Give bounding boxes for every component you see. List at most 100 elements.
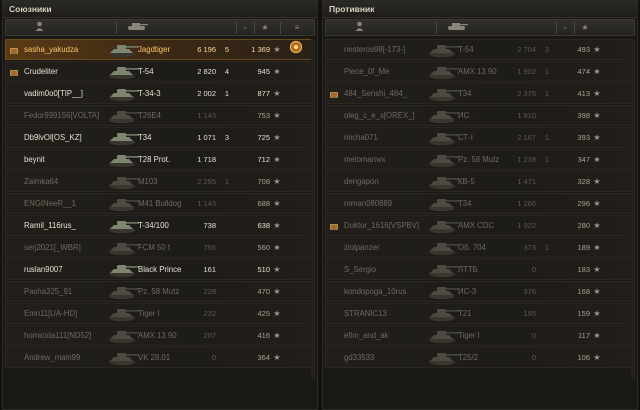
rating-value: 945 (257, 67, 270, 76)
tank-image-icon (426, 238, 460, 257)
kills-value (538, 326, 556, 345)
damage-value: 2 295 (197, 177, 216, 186)
tank-image-icon (426, 84, 460, 103)
clan-badge-icon (10, 67, 18, 76)
tank-image-icon (426, 106, 460, 125)
enemies-player-row-8[interactable]: roman080889 T34 1 266 296 ★ (325, 193, 635, 214)
allies-player-row-4[interactable]: Fedor999156[VOLTA] T26E4 1 143 753 ★ (5, 105, 315, 126)
allies-player-row-9[interactable]: Ramil_116rus_ T-34/100 738 638 ★ (5, 215, 315, 236)
damage-value: 1 143 (197, 199, 216, 208)
enemies-player-row-9[interactable]: Doktor_1616[VSPBV] AMX CDC 1 922 280 ★ (325, 215, 635, 236)
tank-image-icon (106, 106, 140, 125)
star-icon[interactable]: ★ (578, 21, 592, 35)
player-icon[interactable] (352, 21, 366, 35)
rating-star-icon: ★ (593, 221, 601, 230)
enemies-player-row-6[interactable]: melomanwx Pz. 58 Mutz 1 238 1 347 ★ (325, 149, 635, 170)
kills-value (538, 216, 556, 235)
enemies-player-row-11[interactable]: S_Sergio ЛТТБ 0 183 ★ (325, 259, 635, 280)
tank-image-icon (106, 282, 140, 301)
rating-star-icon: ★ (593, 133, 601, 142)
allies-player-row-3[interactable]: vadim0o0[TIP__] T-34-3 2 002 1 877 ★ (5, 83, 315, 104)
tank-icon[interactable] (124, 21, 150, 35)
allies-player-row-10[interactable]: serj2021[_WBR] FCM 50 t 756 560 ★ (5, 237, 315, 258)
tank-name: Black Prince (138, 265, 182, 274)
tank-image-icon (426, 150, 460, 169)
tank-image-icon (426, 194, 460, 213)
rating-value: 159 (577, 309, 590, 318)
kills-value (538, 172, 556, 191)
star-icon[interactable]: ★ (258, 21, 272, 35)
rating-value: 753 (257, 111, 270, 120)
allies-scrollbar[interactable] (311, 39, 315, 379)
enemies-player-row-4[interactable]: oleg_c_e_s[OREX_] ИС 1 810 398 ★ (325, 105, 635, 126)
enemies-player-row-15[interactable]: gd33533 T25/2 0 106 ★ (325, 347, 635, 368)
kills-value (218, 348, 236, 367)
rating-star-icon: ★ (593, 177, 601, 186)
damage-value: 0 (531, 265, 536, 274)
allies-player-row-2[interactable]: Crudeliter T-54 2 820 4 945 ★ (5, 61, 315, 82)
kills-value (538, 282, 556, 301)
allies-player-row-12[interactable]: Pasha325_91 Pz. 58 Mutz 228 470 ★ (5, 281, 315, 302)
rating-value: 470 (257, 287, 270, 296)
rating-value: 189 (577, 243, 590, 252)
tank-image-icon (106, 348, 140, 367)
enemies-header: ⌄ ★ (325, 19, 635, 36)
enemies-player-row-7[interactable]: dengapon КВ-5 1 471 328 ★ (325, 171, 635, 192)
allies-player-row-8[interactable]: ENGINeeR__1 M41 Bulldog 1 143 688 ★ (5, 193, 315, 214)
tank-name: M41 Bulldog (138, 199, 182, 208)
rating-star-icon: ★ (593, 243, 601, 252)
enemies-player-row-3[interactable]: 484_Senshi_484_ T34 2 375 1 413 ★ (325, 83, 635, 104)
sort-chevron-icon[interactable]: ⌄ (558, 21, 572, 35)
rating-star-icon: ★ (593, 353, 601, 362)
tank-name: T-34-3 (138, 89, 161, 98)
clan-badge-icon (10, 45, 18, 54)
rating-star-icon: ★ (273, 265, 281, 274)
sort-chevron-icon[interactable]: ⌄ (238, 21, 252, 35)
allies-player-row-1[interactable]: sasha_yakudza Jagdtiger 6 196 5 1 369 ★ (5, 39, 315, 60)
rating-star-icon: ★ (273, 111, 281, 120)
allies-player-row-13[interactable]: Emn11[UA-HD] Tiger I 232 425 ★ (5, 303, 315, 324)
tank-image-icon (426, 128, 460, 147)
player-icon[interactable] (32, 21, 46, 35)
tank-image-icon (106, 62, 140, 81)
damage-value: 228 (203, 287, 216, 296)
menu-icon[interactable]: ≡ (290, 21, 304, 35)
tank-image-icon (106, 40, 140, 59)
kills-value (218, 194, 236, 213)
enemies-player-row-13[interactable]: STRANIC13 T21 195 159 ★ (325, 303, 635, 324)
tank-image-icon (106, 84, 140, 103)
allies-player-row-5[interactable]: Db9lvOl[OS_KZ] T34 1 071 3 725 ★ (5, 127, 315, 148)
allies-player-row-15[interactable]: Andrew_main99 VK 28.01 0 364 ★ (5, 347, 315, 368)
tank-image-icon (426, 260, 460, 279)
enemies-list: nesteros98[-173-] T-54 2 704 3 493 ★ Pie… (325, 39, 635, 369)
tank-name: ИС-3 (458, 287, 477, 296)
allies-player-row-7[interactable]: Zaimka64 M103 2 295 1 708 ★ (5, 171, 315, 192)
enemies-player-row-12[interactable]: kondopoga_10rus ИС-3 376 168 ★ (325, 281, 635, 302)
enemies-player-row-2[interactable]: Piece_0f_Me AMX 13 90 1 902 1 474 ★ (325, 61, 635, 82)
enemies-player-row-14[interactable]: efim_and_ak Tiger I 0 117 ★ (325, 325, 635, 346)
tank-name: M103 (138, 177, 158, 186)
tank-name: Jagdtiger (138, 45, 171, 54)
tank-name: T-54 (458, 45, 474, 54)
tank-name: ИС (458, 111, 470, 120)
damage-value: 1 471 (517, 177, 536, 186)
rating-star-icon: ★ (593, 67, 601, 76)
allies-player-row-11[interactable]: ruslan9007 Black Prince 161 510 ★ (5, 259, 315, 280)
enemies-player-row-1[interactable]: nesteros98[-173-] T-54 2 704 3 493 ★ (325, 39, 635, 60)
enemies-player-row-10[interactable]: ziolpanzer Об. 704 373 1 189 ★ (325, 237, 635, 258)
tank-image-icon (426, 40, 460, 59)
enemies-player-row-5[interactable]: micha071 СТ-I 2 167 1 393 ★ (325, 127, 635, 148)
allies-player-row-14[interactable]: homicida111[ND52] AMX 13 90 207 416 ★ (5, 325, 315, 346)
tank-image-icon (426, 348, 460, 367)
damage-value: 376 (523, 287, 536, 296)
allies-player-row-6[interactable]: beynit T28 Prot. 1 718 712 ★ (5, 149, 315, 170)
tank-image-icon (426, 282, 460, 301)
rating-value: 725 (257, 133, 270, 142)
rating-star-icon: ★ (593, 331, 601, 340)
tank-image-icon (106, 238, 140, 257)
tank-icon[interactable] (444, 21, 470, 35)
damage-value: 1 922 (517, 221, 536, 230)
rating-value: 347 (577, 155, 590, 164)
enemies-scrollbar[interactable] (631, 39, 635, 379)
rating-star-icon: ★ (273, 45, 281, 54)
